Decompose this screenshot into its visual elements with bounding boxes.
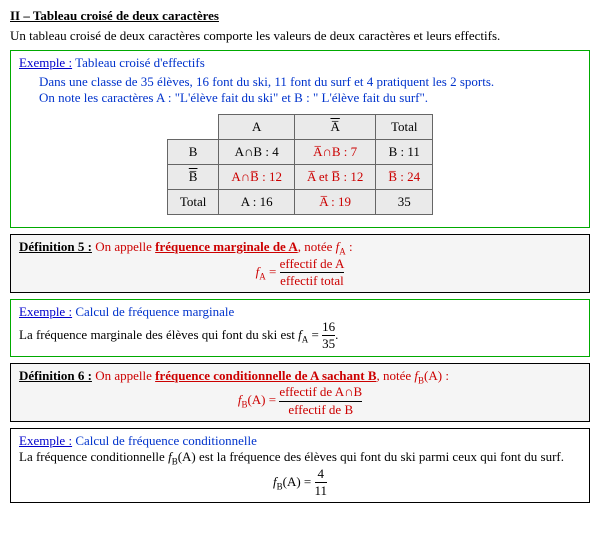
- exemple3-title: Calcul de fréquence conditionnelle: [75, 433, 257, 448]
- cell-12: A̅∩B : 7: [294, 140, 375, 165]
- row-header-bbar: B̅: [167, 165, 219, 190]
- exemple-box-1: Exemple : Tableau croisé d'effectifs Dan…: [10, 50, 590, 228]
- exemple-box-3: Exemple : Calcul de fréquence conditionn…: [10, 428, 590, 503]
- cell-32: A̅ : 19: [294, 190, 375, 215]
- col-header-abar: A̅: [294, 115, 375, 140]
- exemple3-label: Exemple :: [19, 433, 72, 448]
- def5-formula: fA = effectif de A effectif total: [19, 257, 581, 289]
- def5-label: Définition 5 :: [19, 239, 92, 254]
- intro-text: Un tableau croisé de deux caractères com…: [10, 28, 590, 44]
- exemple2-text: La fréquence marginale des élèves qui fo…: [19, 320, 581, 352]
- cell-13: B : 11: [376, 140, 433, 165]
- section-title: II – Tableau croisé de deux caractères: [10, 8, 590, 24]
- exemple-line-1: Dans une classe de 35 élèves, 16 font du…: [19, 74, 581, 90]
- cell-22: A̅ et B̅ : 12: [294, 165, 375, 190]
- definition-5-box: Définition 5 : On appelle fréquence marg…: [10, 234, 590, 293]
- def5-text: On appelle fréquence marginale de A, not…: [95, 239, 352, 254]
- cell-11: A∩B : 4: [219, 140, 295, 165]
- def6-formula: fB(A) = effectif de A∩B effectif de B: [19, 385, 581, 417]
- exemple2-title: Calcul de fréquence marginale: [75, 304, 234, 319]
- col-header-a: A: [219, 115, 295, 140]
- exemple-title: Tableau croisé d'effectifs: [75, 55, 205, 70]
- cell-21: A∩B̅ : 12: [219, 165, 295, 190]
- exemple3-formula: fB(A) = 4 11: [19, 467, 581, 499]
- cross-table: A A̅ Total B A∩B : 4 A̅∩B : 7 B : 11 B̅ …: [167, 114, 433, 215]
- col-header-total: Total: [376, 115, 433, 140]
- cell-33: 35: [376, 190, 433, 215]
- def6-text: On appelle fréquence conditionnelle de A…: [95, 368, 449, 383]
- exemple-line-2: On note les caractères A : "L'élève fait…: [19, 90, 581, 106]
- row-header-total: Total: [167, 190, 219, 215]
- cell-23: B̅ : 24: [376, 165, 433, 190]
- exemple3-text: La fréquence conditionnelle fB(A) est la…: [19, 449, 581, 467]
- exemple-box-2: Exemple : Calcul de fréquence marginale …: [10, 299, 590, 357]
- definition-6-box: Définition 6 : On appelle fréquence cond…: [10, 363, 590, 422]
- exemple-label: Exemple :: [19, 55, 72, 70]
- cell-31: A : 16: [219, 190, 295, 215]
- exemple2-label: Exemple :: [19, 304, 72, 319]
- def6-label: Définition 6 :: [19, 368, 92, 383]
- row-header-b: B: [167, 140, 219, 165]
